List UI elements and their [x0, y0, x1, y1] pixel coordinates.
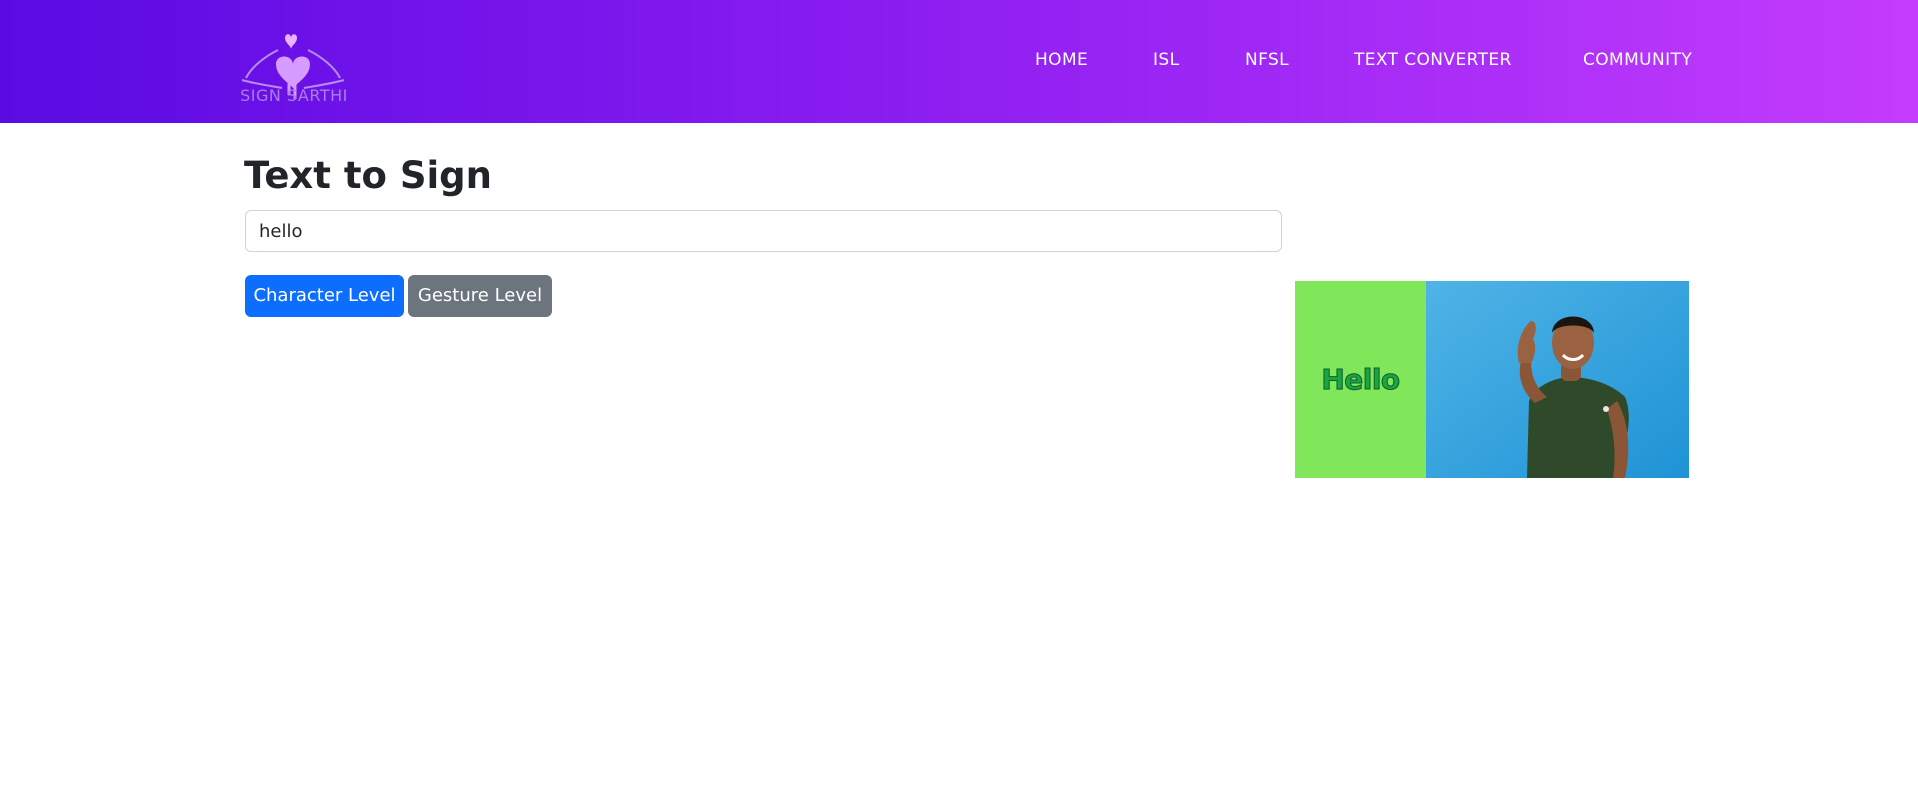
nav-item-nfsl[interactable]: NFSL	[1245, 50, 1289, 70]
nav-item-community[interactable]: COMMUNITY	[1583, 50, 1692, 70]
brand-logo[interactable]: SIGN SARTHI	[232, 28, 354, 108]
sign-gesture-media: Hello	[1295, 281, 1689, 478]
hello-word-graphic: Hello	[1321, 363, 1401, 397]
nav-item-isl[interactable]: ISL	[1153, 50, 1179, 70]
gesture-level-button[interactable]: Gesture Level	[408, 275, 552, 317]
page-title: Text to Sign	[244, 154, 492, 197]
logo-text: SIGN SARTHI	[240, 86, 348, 105]
nav-item-text-converter[interactable]: TEXT CONVERTER	[1354, 50, 1512, 70]
text-input[interactable]	[245, 210, 1282, 252]
character-level-button[interactable]: Character Level	[245, 275, 404, 317]
nav-item-home[interactable]: HOME	[1035, 50, 1088, 70]
navbar: SIGN SARTHI HOME ISL NFSL TEXT CONVERTER…	[0, 0, 1918, 123]
